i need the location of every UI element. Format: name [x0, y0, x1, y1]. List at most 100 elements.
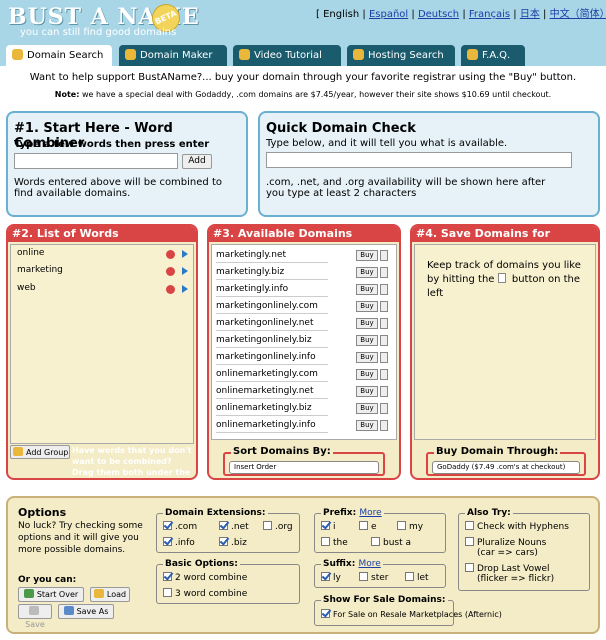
start-over-button[interactable]: Start Over — [18, 587, 84, 602]
refresh-icon — [23, 589, 34, 598]
word-input[interactable] — [14, 153, 178, 169]
buy-button[interactable]: Buy — [356, 335, 378, 346]
two-word-option[interactable]: 2 word combine — [163, 572, 247, 583]
word-item[interactable]: online — [17, 248, 44, 258]
suffix-more-link[interactable]: More — [358, 559, 380, 569]
buy-button[interactable]: Buy — [356, 403, 378, 414]
buy-button[interactable]: Buy — [356, 420, 378, 431]
buy-button[interactable]: Buy — [356, 250, 378, 261]
suffix-let-option[interactable]: let — [405, 572, 429, 583]
lang-deutsch[interactable]: Deutsch — [418, 9, 459, 20]
buy-button[interactable]: Buy — [356, 386, 378, 397]
load-button[interactable]: Load — [90, 587, 130, 602]
arrow-right-icon[interactable] — [182, 250, 188, 258]
save-as-button[interactable]: Save As — [58, 604, 114, 619]
buy-button[interactable]: Buy — [356, 318, 378, 329]
extensions-title: Domain Extensions: — [163, 508, 268, 518]
checkbox[interactable] — [405, 572, 414, 581]
checkbox[interactable] — [321, 572, 330, 581]
checkbox[interactable] — [321, 521, 330, 530]
suffix-ster-option[interactable]: ster — [359, 572, 388, 583]
checkbox[interactable] — [359, 572, 368, 581]
save-domain-button[interactable] — [380, 267, 388, 278]
prefix-i-option[interactable]: i — [321, 521, 336, 532]
checkbox[interactable] — [321, 609, 330, 618]
ext-info-option[interactable]: .info — [163, 537, 195, 548]
checkbox[interactable] — [163, 537, 172, 546]
checkbox[interactable] — [163, 588, 172, 597]
buy-button[interactable]: Buy — [356, 267, 378, 278]
save-domain-button[interactable] — [380, 284, 388, 295]
sort-select[interactable]: Insert Order — [229, 461, 379, 474]
prefix-more-link[interactable]: More — [359, 508, 381, 518]
tab-domain-search[interactable]: Domain Search — [6, 45, 112, 66]
checkbox[interactable] — [219, 537, 228, 546]
add-word-button[interactable]: Add — [182, 154, 212, 169]
save-button[interactable]: Save — [18, 604, 52, 629]
lang-francais[interactable]: Français — [469, 9, 510, 20]
arrow-right-icon[interactable] — [182, 285, 188, 293]
prefix-the-option[interactable]: the — [321, 537, 348, 548]
checkbox[interactable] — [163, 521, 172, 530]
checkbox[interactable] — [371, 537, 380, 546]
prefix-my-option[interactable]: my — [397, 521, 423, 532]
prefix-fieldset: Prefix: More i e my the bust a — [314, 508, 446, 553]
ext-com-option[interactable]: .com — [163, 521, 197, 532]
server-icon — [353, 49, 364, 60]
hyphens-option[interactable]: Check with Hyphens — [465, 521, 569, 532]
prefix-busta-option[interactable]: bust a — [371, 537, 411, 548]
checkbox[interactable] — [465, 563, 474, 572]
ext-org-option[interactable]: .org — [263, 521, 293, 532]
word-item[interactable]: marketing — [17, 265, 63, 275]
lang-japanese[interactable]: 日本 — [520, 9, 540, 20]
save-domain-button[interactable] — [380, 335, 388, 346]
ext-biz-option[interactable]: .biz — [219, 537, 247, 548]
remove-icon[interactable] — [166, 285, 175, 294]
quick-check-title: Quick Domain Check — [266, 121, 416, 136]
combiner-help: Words entered above will be combined to … — [14, 177, 222, 199]
tagline: you can still find good domains — [20, 27, 177, 38]
add-group-button[interactable]: Add Group — [10, 445, 70, 459]
buy-button[interactable]: Buy — [356, 352, 378, 363]
buy-button[interactable]: Buy — [356, 284, 378, 295]
suffix-ly-option[interactable]: ly — [321, 572, 341, 583]
checkbox[interactable] — [219, 521, 228, 530]
arrow-right-icon[interactable] — [182, 267, 188, 275]
tab-faq[interactable]: F.A.Q. — [461, 45, 525, 66]
checkbox[interactable] — [465, 537, 474, 546]
prefix-e-option[interactable]: e — [359, 521, 377, 532]
save-domain-button[interactable] — [380, 250, 388, 261]
lang-espanol[interactable]: Español — [369, 9, 408, 20]
save-domain-button[interactable] — [380, 386, 388, 397]
checkbox[interactable] — [263, 521, 272, 530]
checkbox[interactable] — [465, 521, 474, 530]
three-word-option[interactable]: 3 word combine — [163, 588, 247, 599]
checkbox[interactable] — [321, 537, 330, 546]
buy-button[interactable]: Buy — [356, 301, 378, 312]
quick-check-input[interactable] — [266, 152, 572, 168]
buy-button[interactable]: Buy — [356, 369, 378, 380]
pluralize-option[interactable]: Pluralize Nouns — [465, 537, 546, 548]
for-sale-option[interactable]: For Sale on Resale Marketplaces (Afterni… — [321, 609, 502, 619]
remove-icon[interactable] — [166, 267, 175, 276]
tab-domain-maker[interactable]: Domain Maker — [119, 45, 227, 66]
ext-net-option[interactable]: .net — [219, 521, 249, 532]
save-domain-button[interactable] — [380, 352, 388, 363]
checkbox[interactable] — [359, 521, 368, 530]
save-domain-button[interactable] — [380, 420, 388, 431]
tab-video-tutorial[interactable]: Video Tutorial — [233, 45, 341, 66]
save-domain-button[interactable] — [380, 318, 388, 329]
tab-hosting-search[interactable]: Hosting Search — [347, 45, 455, 66]
language-bar: [ English | Español | Deutsch | Français… — [316, 5, 606, 20]
checkbox[interactable] — [397, 521, 406, 530]
word-list: online marketing web — [10, 244, 194, 444]
registrar-select[interactable]: GoDaddy ($7.49 .com's at checkout) — [432, 461, 580, 474]
save-domain-button[interactable] — [380, 369, 388, 380]
save-domain-button[interactable] — [380, 403, 388, 414]
save-domain-button[interactable] — [380, 301, 388, 312]
checkbox[interactable] — [163, 572, 172, 581]
word-item[interactable]: web — [17, 283, 36, 293]
remove-icon[interactable] — [166, 250, 175, 259]
drop-vowel-option[interactable]: Drop Last Vowel — [465, 563, 549, 574]
lang-chinese[interactable]: 中文（简体） — [550, 9, 606, 20]
